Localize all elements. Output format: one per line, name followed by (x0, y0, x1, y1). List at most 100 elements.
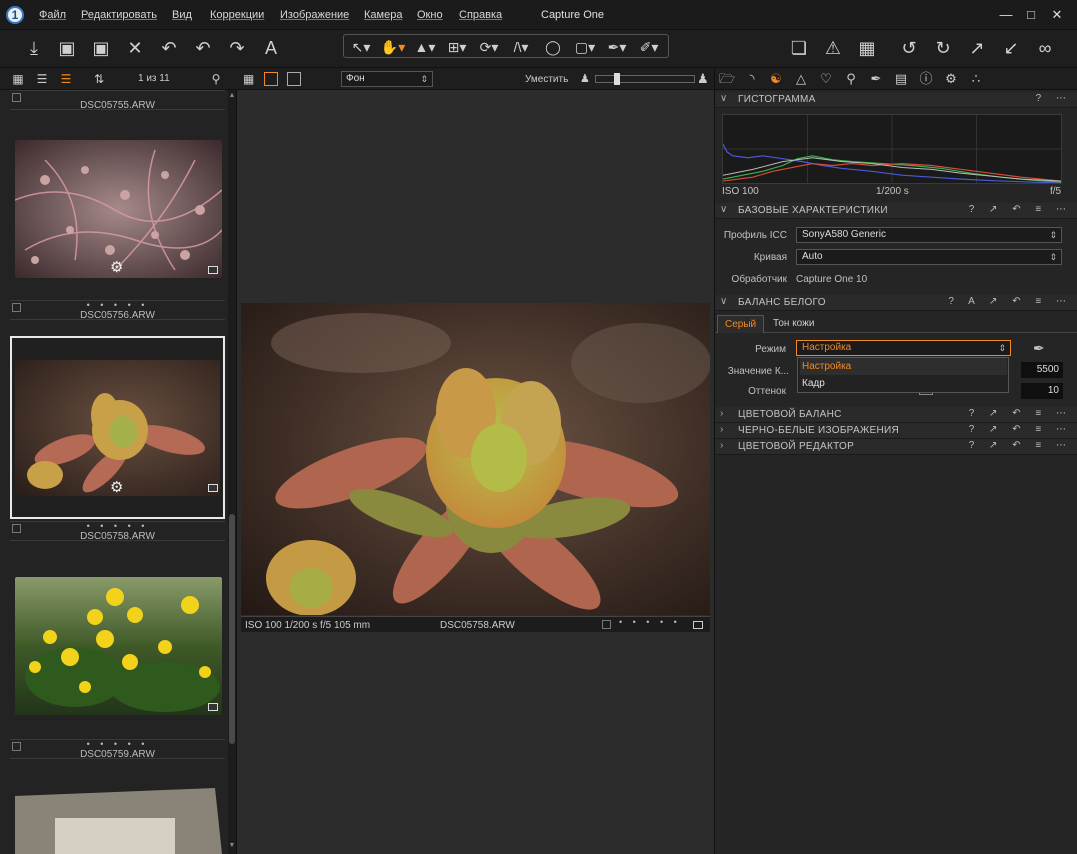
wb-mode-dropdown: Настройка Кадр (797, 357, 1009, 393)
glasses-icon[interactable]: ∞ (1032, 35, 1058, 61)
black-white-header[interactable]: › ЧЕРНО-БЕЛЫЕ ИЗОБРАЖЕНИЯ ? ↗ ↶ ≡ ⋯ (715, 423, 1077, 439)
keystone-icon[interactable]: /\▾ (506, 37, 536, 57)
exposure-tab-icon[interactable]: △ (792, 71, 810, 87)
background-select[interactable]: Фон ⇕ (341, 71, 433, 87)
photo-checkbox[interactable] (602, 620, 611, 629)
output-tab-icon[interactable]: ▤ (892, 71, 910, 87)
rotate-icon[interactable]: ⟳▾ (474, 37, 504, 57)
thumbnail-image[interactable] (15, 788, 222, 854)
local-adjust-tab-icon[interactable]: ✒ (867, 71, 885, 87)
batch-tab-icon[interactable]: ∴ (967, 71, 985, 87)
thumb-rating[interactable]: • • • • • (10, 300, 225, 310)
capture-tab-icon[interactable]: ◝ (743, 71, 761, 87)
picker-icon[interactable]: ✒▾ (602, 37, 632, 57)
color-balance-header[interactable]: › ЦВЕТОВОЙ БАЛАНС ? ↗ ↶ ≡ ⋯ (715, 407, 1077, 423)
menu-adjustments[interactable]: Коррекции (210, 9, 264, 21)
panel-buttons[interactable]: ? ⋯ (1036, 93, 1072, 104)
filmstrip-view-icon[interactable]: ☰ (58, 71, 74, 87)
panel-buttons[interactable]: ? ↗ ↶ ≡ ⋯ (969, 440, 1072, 451)
histogram-iso: ISO 100 (722, 186, 759, 197)
eyedropper-icon[interactable]: ✒ (1033, 340, 1045, 357)
scrollbar-thumb[interactable] (229, 514, 235, 744)
histogram-header[interactable]: ∨ ГИСТОГРАММА ? ⋯ (715, 92, 1077, 108)
photo-rating[interactable]: • • • • • (619, 617, 681, 627)
search-icon[interactable]: ⚲ (208, 71, 224, 87)
auto-adjust-icon[interactable]: A (258, 35, 284, 61)
select-cursor-icon[interactable]: ↖▾ (346, 37, 376, 57)
icc-profile-select[interactable]: SonyA580 Generic ⇕ (796, 227, 1062, 243)
camera-icon[interactable]: ▣ (54, 35, 80, 61)
browser-scrollbar[interactable]: ▲ ▼ (228, 90, 236, 854)
panel-buttons[interactable]: ? ↗ ↶ ≡ ⋯ (969, 408, 1072, 419)
menu-edit[interactable]: Редактировать (81, 9, 157, 21)
curve-select[interactable]: Auto ⇕ (796, 249, 1062, 265)
thumbnail-image[interactable] (15, 577, 222, 715)
kelvin-value[interactable]: 5500 (1021, 362, 1063, 378)
undo-icon[interactable]: ↶ (190, 35, 216, 61)
main-photo[interactable] (241, 303, 710, 615)
tint-value[interactable]: 10 (1021, 383, 1063, 399)
grid-icon[interactable]: ▦ (854, 35, 880, 61)
rotate-left-icon[interactable]: ↺ (896, 35, 922, 61)
zoom-icon[interactable]: ▲▾ (410, 37, 440, 57)
list-view-icon[interactable]: ☰ (34, 71, 50, 87)
redo-icon[interactable]: ↷ (224, 35, 250, 61)
delete-icon[interactable]: ✕ (122, 35, 148, 61)
grid-view-icon[interactable]: ▦ (10, 71, 26, 87)
scroll-down-icon[interactable]: ▼ (228, 842, 236, 849)
menu-help[interactable]: Справка (459, 9, 502, 21)
maximize-button[interactable]: □ (1018, 5, 1044, 25)
metadata-tab-icon[interactable]: ⓘ (917, 71, 935, 87)
details-tab-icon[interactable]: ⚲ (842, 71, 860, 87)
rotate-right-icon[interactable]: ↻ (930, 35, 956, 61)
gear-icon[interactable]: ⚙ (110, 478, 123, 496)
close-window-button[interactable]: ✕ (1044, 5, 1070, 25)
menu-view[interactable]: Вид (172, 9, 192, 21)
import-icon[interactable]: ⤓ (21, 35, 47, 61)
tab-gray[interactable]: Серый (717, 315, 765, 333)
primary-view-icon[interactable] (287, 72, 301, 86)
color-editor-header[interactable]: › ЦВЕТОВОЙ РЕДАКТОР ? ↗ ↶ ≡ ⋯ (715, 439, 1077, 455)
zoom-slider-knob[interactable] (614, 73, 620, 85)
wb-mode-select[interactable]: Настройка ⇕ (796, 340, 1011, 356)
scroll-up-icon[interactable]: ▲ (228, 92, 236, 99)
menu-file[interactable]: Файл (39, 9, 66, 21)
base-characteristics-header[interactable]: ∨ БАЗОВЫЕ ХАРАКТЕРИСТИКИ ? ↗ ↶ ≡ ⋯ (715, 203, 1077, 219)
spot-icon[interactable]: ◯ (538, 37, 568, 57)
panel-buttons[interactable]: ? ↗ ↶ ≡ ⋯ (969, 424, 1072, 435)
dropdown-option-custom[interactable]: Настройка (800, 358, 1007, 375)
pan-hand-icon[interactable]: ✋▾ (378, 37, 408, 57)
export-icon[interactable]: ↗ (964, 35, 990, 61)
folder-icon[interactable]: ▣ (88, 35, 114, 61)
multi-view-icon[interactable]: ▦ (243, 72, 254, 86)
import-arrow-icon[interactable]: ↙ (998, 35, 1024, 61)
mask-icon[interactable]: ▢▾ (570, 37, 600, 57)
thumb-rating[interactable]: • • • • • (10, 739, 225, 749)
settings-tab-icon[interactable]: ⚙ (942, 71, 960, 87)
tab-skin-tone[interactable]: Тон кожи (766, 315, 821, 333)
thumbnail-image[interactable] (15, 360, 220, 496)
exposure-warning-icon[interactable]: ⚠ (820, 35, 846, 61)
chevron-right-icon: › (720, 440, 724, 451)
single-view-icon[interactable] (264, 72, 278, 86)
library-tab-icon[interactable]: 🗁 (718, 71, 736, 87)
white-balance-header[interactable]: ∨ БАЛАНС БЕЛОГО ? A ↗ ↶ ≡ ⋯ (715, 295, 1077, 311)
crop-icon[interactable]: ⊞▾ (442, 37, 472, 57)
lens-tab-icon[interactable]: ♡ (817, 71, 835, 87)
minimize-button[interactable]: — (993, 5, 1019, 25)
thumb-rating[interactable]: • • • • • (10, 521, 225, 531)
thumb-cell-selected[interactable]: ⚙ • • • • • DSC05758.ARW (10, 336, 225, 542)
undo-all-icon[interactable]: ↶ (156, 35, 182, 61)
copy-apply-icon[interactable]: ✐▾ (634, 37, 664, 57)
gear-icon[interactable]: ⚙ (110, 258, 123, 276)
menu-camera[interactable]: Камера (364, 9, 402, 21)
sort-icon[interactable]: ⇅ (91, 71, 107, 87)
panel-buttons[interactable]: ? A ↗ ↶ ≡ ⋯ (948, 296, 1072, 307)
proof-icon[interactable]: ❏ (786, 35, 812, 61)
menu-window[interactable]: Окно (417, 9, 443, 21)
zoom-slider[interactable] (595, 73, 695, 85)
panel-buttons[interactable]: ? ↗ ↶ ≡ ⋯ (969, 204, 1072, 215)
dropdown-option-shot[interactable]: Кадр (800, 375, 1007, 392)
color-tab-icon[interactable]: ☯ (767, 71, 785, 87)
menu-image[interactable]: Изображение (280, 9, 349, 21)
